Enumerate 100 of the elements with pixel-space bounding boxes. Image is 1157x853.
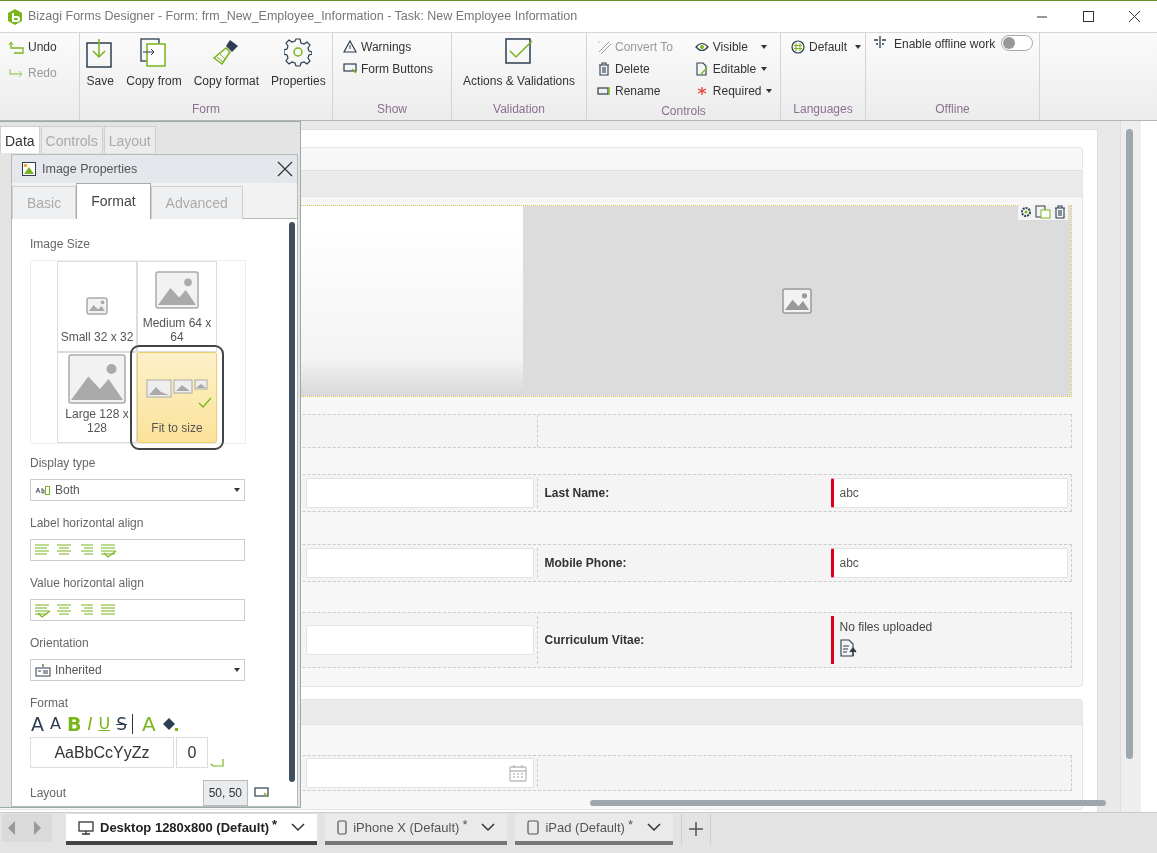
align-button[interactable] — [100, 542, 118, 558]
dropdown-button[interactable]: Default — [787, 36, 866, 58]
group-label: Offline — [934, 101, 971, 118]
gear-icon — [284, 38, 313, 68]
chevron-icon — [481, 823, 496, 832]
align-button[interactable] — [56, 542, 74, 558]
close-icon[interactable] — [1127, 10, 1141, 23]
device-tab[interactable]: iPhone X (Default) * — [325, 814, 508, 845]
gear-icon[interactable] — [1019, 205, 1033, 219]
position-icon[interactable] — [254, 787, 270, 799]
undo-icon — [8, 40, 24, 54]
scrollbar[interactable] — [289, 222, 295, 782]
ribbon-button[interactable]: Rename — [593, 80, 677, 102]
align-selector[interactable] — [30, 599, 245, 621]
align-button[interactable] — [56, 602, 74, 618]
toggle-switch[interactable] — [1001, 35, 1034, 51]
image-icon — [155, 271, 199, 310]
trash-icon[interactable] — [1053, 205, 1067, 219]
align-button[interactable] — [78, 542, 96, 558]
redo-icon — [8, 66, 24, 80]
scrollbar[interactable] — [1126, 129, 1133, 759]
ribbon-button[interactable]: Form Buttons — [339, 58, 438, 80]
logo-icon — [8, 8, 22, 25]
format-button[interactable]: S — [115, 715, 128, 733]
align-button[interactable] — [100, 602, 118, 618]
image-icon — [68, 354, 126, 405]
scrollbar[interactable] — [590, 800, 1106, 806]
input-field[interactable] — [306, 625, 534, 655]
dropdown-button[interactable]: Required — [690, 80, 771, 102]
field-label: Layout — [30, 785, 67, 802]
image-icon — [86, 297, 108, 316]
save-icon — [86, 38, 115, 68]
field-label: Last Name: — [543, 485, 611, 502]
align-icon — [34, 542, 52, 558]
size-option[interactable]: Small 32 x 32 — [57, 261, 137, 352]
right-arrow-icon[interactable] — [32, 821, 41, 835]
align-icon — [100, 602, 118, 618]
rename-icon — [597, 84, 611, 98]
copy-icon — [139, 38, 168, 68]
size-option[interactable]: Medium 64 x 64 — [137, 261, 217, 352]
dropdown-field[interactable]: Both — [30, 479, 245, 501]
align-icon — [78, 602, 96, 618]
device-tab[interactable]: iPad (Default) * — [515, 814, 673, 845]
ribbon-button[interactable]: Delete — [593, 58, 677, 80]
ribbon-button[interactable]: Actions & Validations — [459, 36, 579, 100]
field-label: Image Size — [30, 236, 92, 253]
edit-icon — [694, 62, 709, 76]
dialog-tab[interactable]: Format — [76, 183, 151, 219]
input-field[interactable] — [306, 758, 534, 788]
close-icon[interactable] — [277, 161, 293, 177]
group-label: Show — [376, 101, 408, 118]
layout-field[interactable]: 50, 50 — [202, 780, 248, 806]
input-field[interactable] — [306, 548, 534, 578]
align-selected-icon — [100, 542, 118, 558]
ribbon-button[interactable]: Copy format — [189, 36, 263, 100]
tablet-icon — [527, 820, 540, 835]
field-label: Mobile Phone: — [543, 555, 628, 572]
dropdown-field[interactable]: Inherited — [30, 659, 245, 681]
field-label: Value horizontal align — [30, 575, 145, 592]
add-tab-button[interactable] — [681, 814, 711, 844]
dropdown-button[interactable]: Visible — [690, 36, 771, 58]
upload-status: No files uploaded — [839, 619, 934, 636]
plus-icon — [689, 822, 703, 836]
field-label: Curriculum Vitae: — [543, 632, 646, 649]
ribbon-button[interactable]: Save — [82, 36, 119, 100]
panel-tab[interactable]: Data — [0, 126, 40, 153]
return-icon — [210, 758, 224, 768]
phone-icon — [337, 820, 348, 835]
undo-button[interactable]: Undo — [6, 36, 73, 58]
dropdown-button[interactable]: Editable — [690, 58, 771, 80]
align-button[interactable] — [34, 542, 52, 558]
maximize-icon[interactable] — [1081, 10, 1095, 23]
align-selector[interactable] — [30, 539, 245, 561]
ribbon-button[interactable]: Warnings — [339, 36, 438, 58]
globe-icon — [791, 40, 805, 54]
ribbon-button[interactable]: Copy from — [122, 36, 186, 100]
eye-icon — [694, 40, 709, 54]
align-button[interactable] — [34, 602, 52, 618]
align-icon — [78, 542, 96, 558]
input-field[interactable]: abc — [830, 478, 1068, 508]
input-field[interactable] — [306, 478, 534, 508]
format-button[interactable]: A — [30, 714, 45, 734]
toggle-label: Enable offline work — [894, 36, 996, 53]
image-icon — [782, 288, 812, 314]
spacing-field[interactable]: 0 — [176, 737, 208, 768]
size-option[interactable]: Large 128 x 128 — [57, 352, 137, 443]
device-tab[interactable]: Desktop 1280x800 (Default) * — [66, 814, 318, 845]
format-button[interactable]: A — [49, 716, 62, 732]
left-arrow-icon[interactable] — [7, 821, 16, 835]
align-button[interactable] — [78, 602, 96, 618]
field-label: Label horizontal align — [30, 515, 145, 532]
font-preview: AaBbCcYyZz — [30, 737, 174, 768]
form-buttons-icon — [343, 62, 357, 76]
ribbon-button[interactable]: Properties — [267, 36, 330, 100]
trash-icon — [597, 62, 611, 76]
file-upload-field[interactable]: No files uploaded — [830, 616, 1068, 664]
upload-icon[interactable] — [839, 639, 858, 657]
picture-icon — [22, 162, 36, 176]
dialog-title: Image Properties — [42, 160, 139, 178]
input-field[interactable]: abc — [830, 548, 1068, 578]
